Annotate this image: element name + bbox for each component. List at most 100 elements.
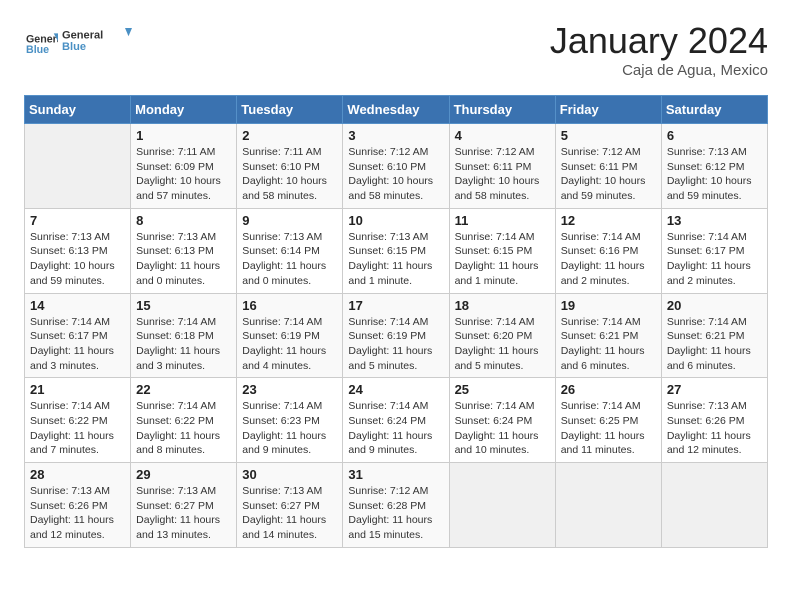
calendar-cell: 9Sunrise: 7:13 AM Sunset: 6:14 PM Daylig… [237,208,343,293]
calendar-cell: 30Sunrise: 7:13 AM Sunset: 6:27 PM Dayli… [237,463,343,548]
calendar-cell: 7 Sunrise: 7:13 AM Sunset: 6:13 PM Daylig… [25,208,131,293]
day-number: 20 [667,298,762,313]
day-number: 22 [136,382,231,397]
weekday-header-row: SundayMondayTuesdayWednesdayThursdayFrid… [25,96,768,124]
calendar-cell: 20 Sunrise: 7:14 AM Sunset: 6:21 PM Dayli… [661,293,767,378]
day-info: Sunrise: 7:13 AM Sunset: 6:26 PM Dayligh… [667,399,762,458]
day-number: 29 [136,467,231,482]
day-number: 17 [348,298,443,313]
day-info: Sunrise: 7:13 AM Sunset: 6:13 PM Dayligh… [136,230,231,289]
day-number: 8 [136,213,231,228]
calendar-cell: 6 Sunrise: 7:13 AM Sunset: 6:12 PM Daylig… [661,124,767,209]
calendar-cell: 2 Sunrise: 7:11 AM Sunset: 6:10 PM Daylig… [237,124,343,209]
logo-svg: General Blue [62,20,132,60]
calendar-cell: 25 Sunrise: 7:14 AM Sunset: 6:24 PM Dayli… [449,378,555,463]
calendar-cell: 19 Sunrise: 7:14 AM Sunset: 6:21 PM Dayli… [555,293,661,378]
calendar-cell: 15 Sunrise: 7:14 AM Sunset: 6:18 PM Dayli… [131,293,237,378]
location: Caja de Agua, Mexico [550,62,768,79]
month-title: January 2024 [550,20,768,62]
calendar-cell: 29Sunrise: 7:13 AM Sunset: 6:27 PM Dayli… [131,463,237,548]
day-number: 1 [136,128,231,143]
day-number: 25 [455,382,550,397]
day-info: Sunrise: 7:14 AM Sunset: 6:17 PM Dayligh… [667,230,762,289]
day-number: 15 [136,298,231,313]
day-number: 28 [30,467,125,482]
calendar-cell [25,124,131,209]
day-number: 19 [561,298,656,313]
day-info: Sunrise: 7:13 AM Sunset: 6:12 PM Dayligh… [667,145,762,204]
svg-text:Blue: Blue [26,44,49,56]
calendar-week-row: 28 Sunrise: 7:13 AM Sunset: 6:26 PM Dayli… [25,463,768,548]
day-info: Sunrise: 7:12 AM Sunset: 6:11 PM Dayligh… [561,145,656,204]
day-info: Sunrise: 7:13 AM Sunset: 6:26 PM Dayligh… [30,484,125,543]
day-number: 26 [561,382,656,397]
day-info: Sunrise: 7:14 AM Sunset: 6:23 PM Dayligh… [242,399,337,458]
day-info: Sunrise: 7:14 AM Sunset: 6:22 PM Dayligh… [136,399,231,458]
day-number: 6 [667,128,762,143]
day-info: Sunrise: 7:13 AM Sunset: 6:14 PM Dayligh… [242,230,337,289]
calendar-cell: 14 Sunrise: 7:14 AM Sunset: 6:17 PM Dayli… [25,293,131,378]
day-info: Sunrise: 7:12 AM Sunset: 6:28 PM Dayligh… [348,484,443,543]
day-info: Sunrise: 7:14 AM Sunset: 6:18 PM Dayligh… [136,315,231,374]
page-header: General Blue General Blue January 2024 C… [24,20,768,79]
day-info: Sunrise: 7:14 AM Sunset: 6:17 PM Dayligh… [30,315,125,374]
day-number: 2 [242,128,337,143]
calendar-cell: 16 Sunrise: 7:14 AM Sunset: 6:19 PM Dayli… [237,293,343,378]
calendar-cell [555,463,661,548]
day-number: 27 [667,382,762,397]
calendar-cell [661,463,767,548]
day-info: Sunrise: 7:13 AM Sunset: 6:27 PM Dayligh… [242,484,337,543]
day-number: 11 [455,213,550,228]
calendar-week-row: 21 Sunrise: 7:14 AM Sunset: 6:22 PM Dayli… [25,378,768,463]
day-info: Sunrise: 7:14 AM Sunset: 6:19 PM Dayligh… [348,315,443,374]
day-number: 21 [30,382,125,397]
day-number: 18 [455,298,550,313]
day-number: 31 [348,467,443,482]
calendar-cell: 12 Sunrise: 7:14 AM Sunset: 6:16 PM Dayli… [555,208,661,293]
svg-text:Blue: Blue [62,41,86,53]
day-info: Sunrise: 7:14 AM Sunset: 6:16 PM Dayligh… [561,230,656,289]
day-info: Sunrise: 7:14 AM Sunset: 6:21 PM Dayligh… [667,315,762,374]
day-info: Sunrise: 7:13 AM Sunset: 6:13 PM Dayligh… [30,230,125,289]
weekday-header-sunday: Sunday [25,96,131,124]
svg-text:General: General [62,30,103,42]
day-info: Sunrise: 7:14 AM Sunset: 6:15 PM Dayligh… [455,230,550,289]
calendar-cell: 28 Sunrise: 7:13 AM Sunset: 6:26 PM Dayli… [25,463,131,548]
day-info: Sunrise: 7:11 AM Sunset: 6:10 PM Dayligh… [242,145,337,204]
weekday-header-friday: Friday [555,96,661,124]
day-info: Sunrise: 7:14 AM Sunset: 6:24 PM Dayligh… [348,399,443,458]
day-number: 14 [30,298,125,313]
calendar-cell: 21 Sunrise: 7:14 AM Sunset: 6:22 PM Dayli… [25,378,131,463]
calendar-cell [449,463,555,548]
calendar-cell: 11 Sunrise: 7:14 AM Sunset: 6:15 PM Dayli… [449,208,555,293]
day-number: 24 [348,382,443,397]
calendar-cell: 26Sunrise: 7:14 AM Sunset: 6:25 PM Dayli… [555,378,661,463]
calendar-cell: 4Sunrise: 7:12 AM Sunset: 6:11 PM Daylig… [449,124,555,209]
calendar-cell: 3Sunrise: 7:12 AM Sunset: 6:10 PM Daylig… [343,124,449,209]
calendar-cell: 10Sunrise: 7:13 AM Sunset: 6:15 PM Dayli… [343,208,449,293]
calendar-table: SundayMondayTuesdayWednesdayThursdayFrid… [24,95,768,548]
day-info: Sunrise: 7:14 AM Sunset: 6:24 PM Dayligh… [455,399,550,458]
day-info: Sunrise: 7:12 AM Sunset: 6:11 PM Dayligh… [455,145,550,204]
calendar-week-row: 1 Sunrise: 7:11 AM Sunset: 6:09 PM Daylig… [25,124,768,209]
calendar-cell: 23 Sunrise: 7:14 AM Sunset: 6:23 PM Dayli… [237,378,343,463]
calendar-cell: 17 Sunrise: 7:14 AM Sunset: 6:19 PM Dayli… [343,293,449,378]
calendar-cell: 31 Sunrise: 7:12 AM Sunset: 6:28 PM Dayli… [343,463,449,548]
calendar-cell: 13 Sunrise: 7:14 AM Sunset: 6:17 PM Dayli… [661,208,767,293]
day-number: 7 [30,213,125,228]
day-info: Sunrise: 7:12 AM Sunset: 6:10 PM Dayligh… [348,145,443,204]
day-number: 23 [242,382,337,397]
calendar-cell: 22 Sunrise: 7:14 AM Sunset: 6:22 PM Dayli… [131,378,237,463]
day-number: 16 [242,298,337,313]
day-number: 5 [561,128,656,143]
day-info: Sunrise: 7:13 AM Sunset: 6:15 PM Dayligh… [348,230,443,289]
calendar-cell: 8 Sunrise: 7:13 AM Sunset: 6:13 PM Daylig… [131,208,237,293]
weekday-header-wednesday: Wednesday [343,96,449,124]
day-number: 13 [667,213,762,228]
day-number: 12 [561,213,656,228]
day-info: Sunrise: 7:14 AM Sunset: 6:22 PM Dayligh… [30,399,125,458]
day-info: Sunrise: 7:11 AM Sunset: 6:09 PM Dayligh… [136,145,231,204]
day-info: Sunrise: 7:14 AM Sunset: 6:21 PM Dayligh… [561,315,656,374]
day-info: Sunrise: 7:14 AM Sunset: 6:19 PM Dayligh… [242,315,337,374]
title-block: January 2024 Caja de Agua, Mexico [550,20,768,79]
